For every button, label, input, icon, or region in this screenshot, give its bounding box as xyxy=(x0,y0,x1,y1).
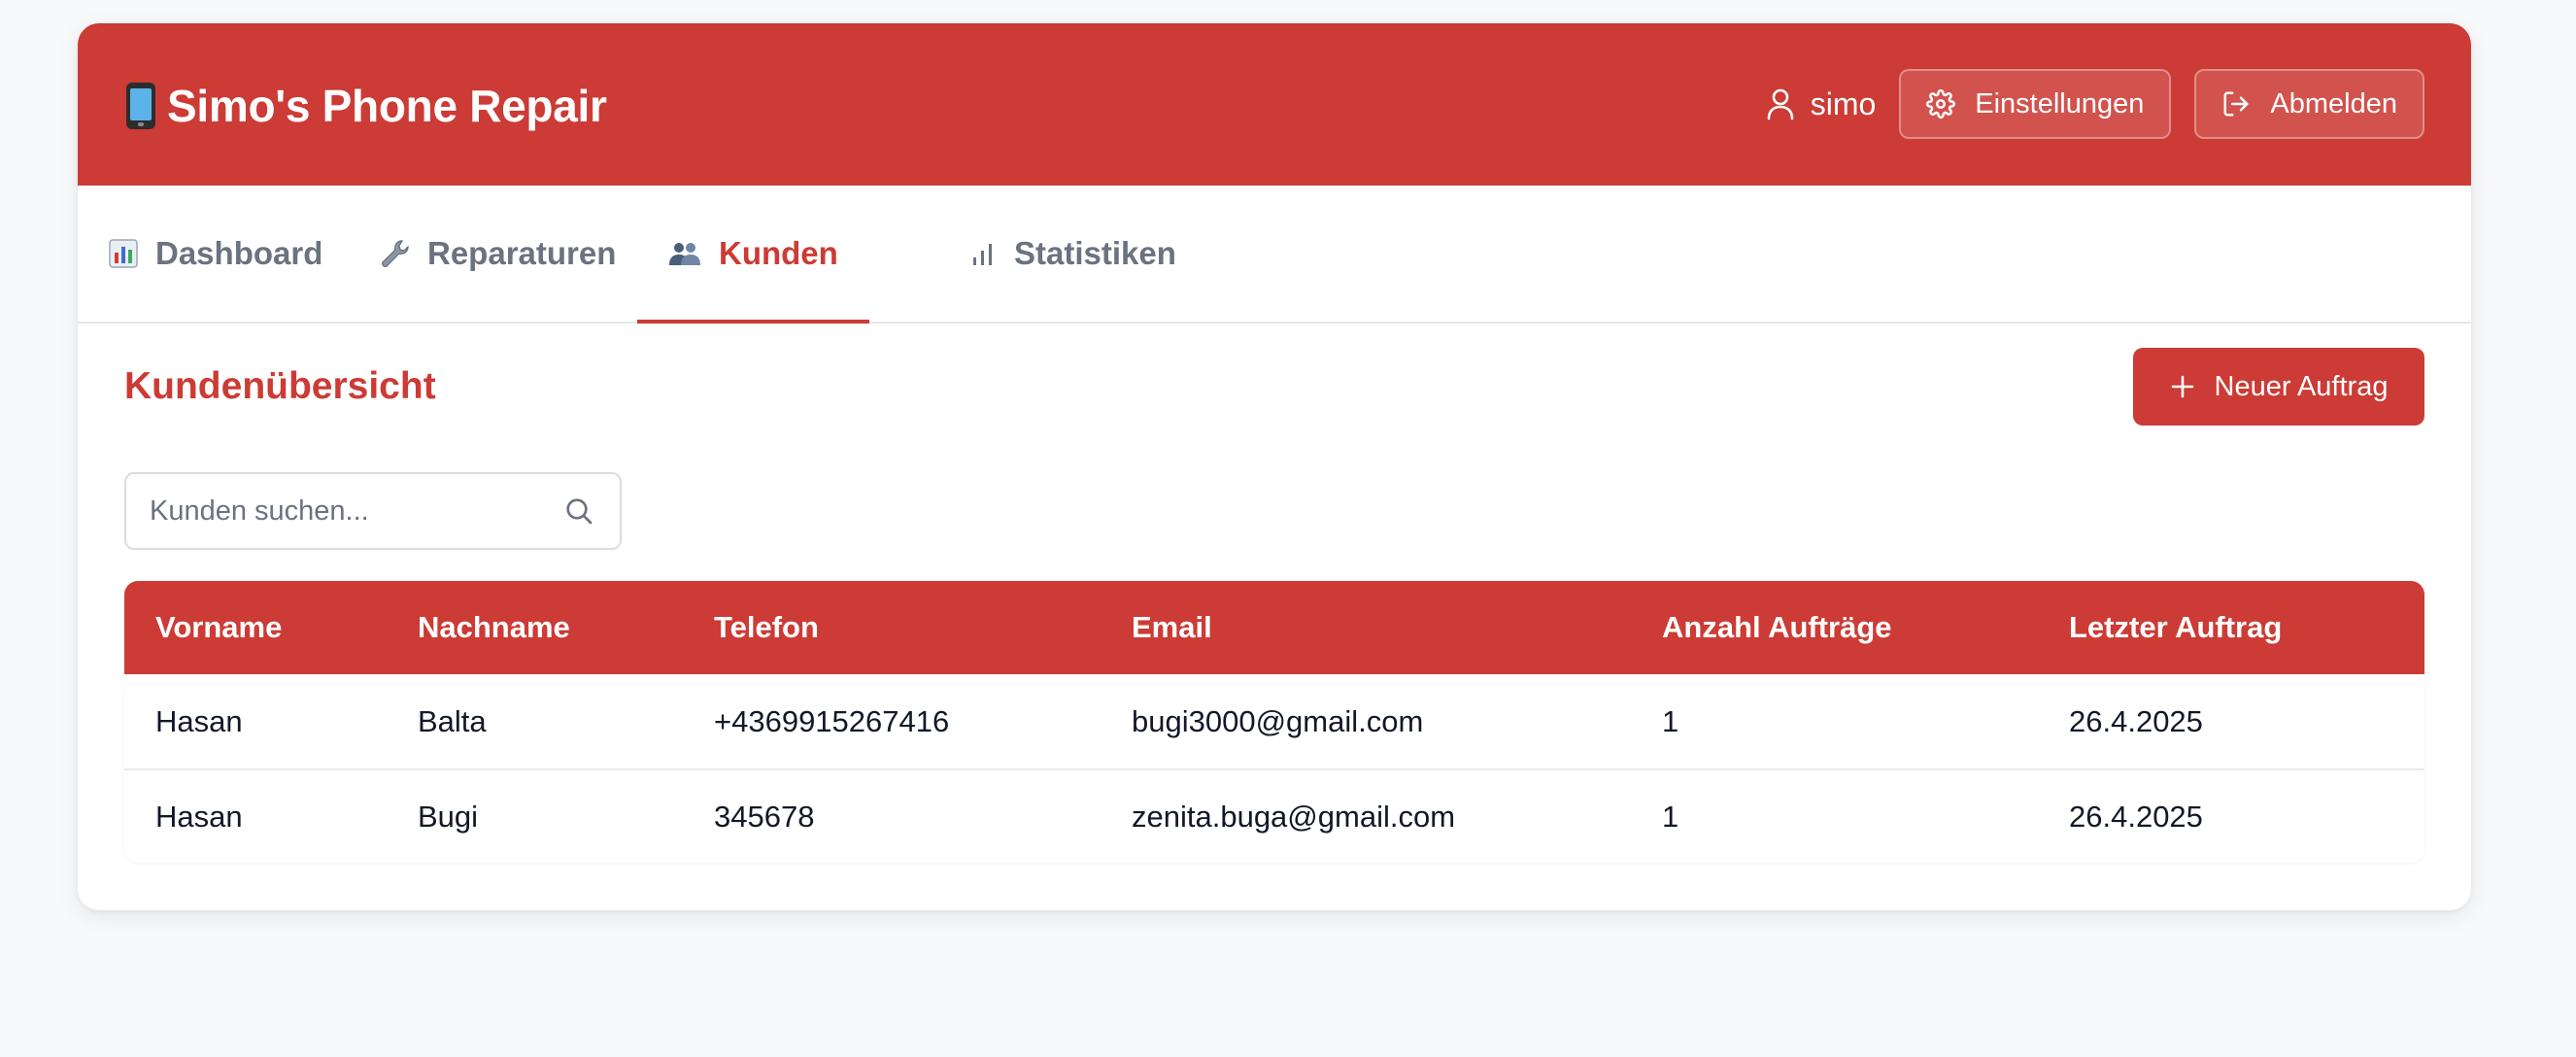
gear-icon xyxy=(1926,89,1956,119)
page-title: Kundenübersicht xyxy=(124,365,436,407)
search-icon xyxy=(566,498,593,525)
cell-telefon: 345678 xyxy=(714,800,815,834)
tab-reparaturen-label: Reparaturen xyxy=(427,235,617,271)
logout-icon xyxy=(2223,91,2249,117)
column-header-nachname[interactable]: Nachname xyxy=(387,581,683,674)
cell-anzahl-auftraege: 1 xyxy=(1662,703,1679,738)
app-title-text: Simo's Phone Repair xyxy=(167,81,607,131)
app-title: Simo's Phone Repair xyxy=(124,77,607,135)
cell-vorname: Hasan xyxy=(155,703,243,738)
mobile-phone-icon xyxy=(124,81,157,131)
tab-statistiken-label: Statistiken xyxy=(1014,235,1176,271)
customers-table: Vorname Nachname Telefon Email Anzahl Au… xyxy=(124,581,2424,863)
column-header-letzter-auftrag[interactable]: Letzter Auftrag xyxy=(2038,581,2424,674)
customer-search xyxy=(124,472,622,550)
current-user: simo xyxy=(1766,85,1877,122)
column-header-vorname[interactable]: Vorname xyxy=(124,581,387,674)
new-order-button[interactable]: Neuer Auftrag xyxy=(2133,348,2424,426)
username: simo xyxy=(1810,85,1877,121)
signal-bars-icon xyxy=(973,244,992,265)
tab-reparaturen[interactable]: Reparaturen xyxy=(379,186,616,322)
cell-vorname: Hasan xyxy=(155,800,243,834)
cell-letzter-auftrag: 26.4.2025 xyxy=(2069,703,2203,738)
tab-kunden[interactable]: Kunden xyxy=(637,186,869,324)
header-actions: simo Einstellungen Abmelden xyxy=(1766,69,2424,139)
cell-letzter-auftrag: 26.4.2025 xyxy=(2069,800,2203,834)
tab-dashboard-label: Dashboard xyxy=(155,235,323,271)
new-order-label: Neuer Auftrag xyxy=(2214,370,2389,402)
main-tabs: Dashboard Reparaturen Kunden Statistiken xyxy=(78,186,2471,324)
app-card: Simo's Phone Repair simo Einstellungen A… xyxy=(78,23,2471,910)
search-input[interactable] xyxy=(126,482,534,540)
logout-label: Abmelden xyxy=(2270,87,2397,119)
app-header: Simo's Phone Repair simo Einstellungen A… xyxy=(78,23,2471,186)
table-row[interactable]: Hasan Balta +4369915267416 bugi3000@gmai… xyxy=(124,674,2424,769)
cell-email: zenita.buga@gmail.com xyxy=(1132,800,1456,834)
logout-button[interactable]: Abmelden xyxy=(2194,69,2424,139)
column-header-email[interactable]: Email xyxy=(1101,581,1631,674)
cell-email: bugi3000@gmail.com xyxy=(1132,703,1424,738)
bar-chart-icon xyxy=(109,239,138,268)
plus-icon xyxy=(2171,375,2193,398)
cell-anzahl-auftraege: 1 xyxy=(1662,800,1679,834)
users-icon xyxy=(669,243,700,265)
cell-nachname: Balta xyxy=(418,703,487,738)
column-header-anzahl-auftraege[interactable]: Anzahl Aufträge xyxy=(1631,581,2038,674)
cell-nachname: Bugi xyxy=(418,800,479,834)
table-row[interactable]: Hasan Bugi 345678 zenita.buga@gmail.com … xyxy=(124,769,2424,863)
settings-button[interactable]: Einstellungen xyxy=(1899,69,2172,139)
wrench-icon xyxy=(382,240,409,267)
tab-kunden-label: Kunden xyxy=(719,235,838,271)
settings-label: Einstellungen xyxy=(1975,87,2145,119)
tab-statistiken[interactable]: Statistiken xyxy=(969,186,1176,322)
table-header-row: Vorname Nachname Telefon Email Anzahl Au… xyxy=(124,581,2424,674)
tab-dashboard[interactable]: Dashboard xyxy=(109,186,322,322)
column-header-telefon[interactable]: Telefon xyxy=(683,581,1101,674)
cell-telefon: +4369915267416 xyxy=(714,703,950,738)
user-icon xyxy=(1767,88,1794,120)
